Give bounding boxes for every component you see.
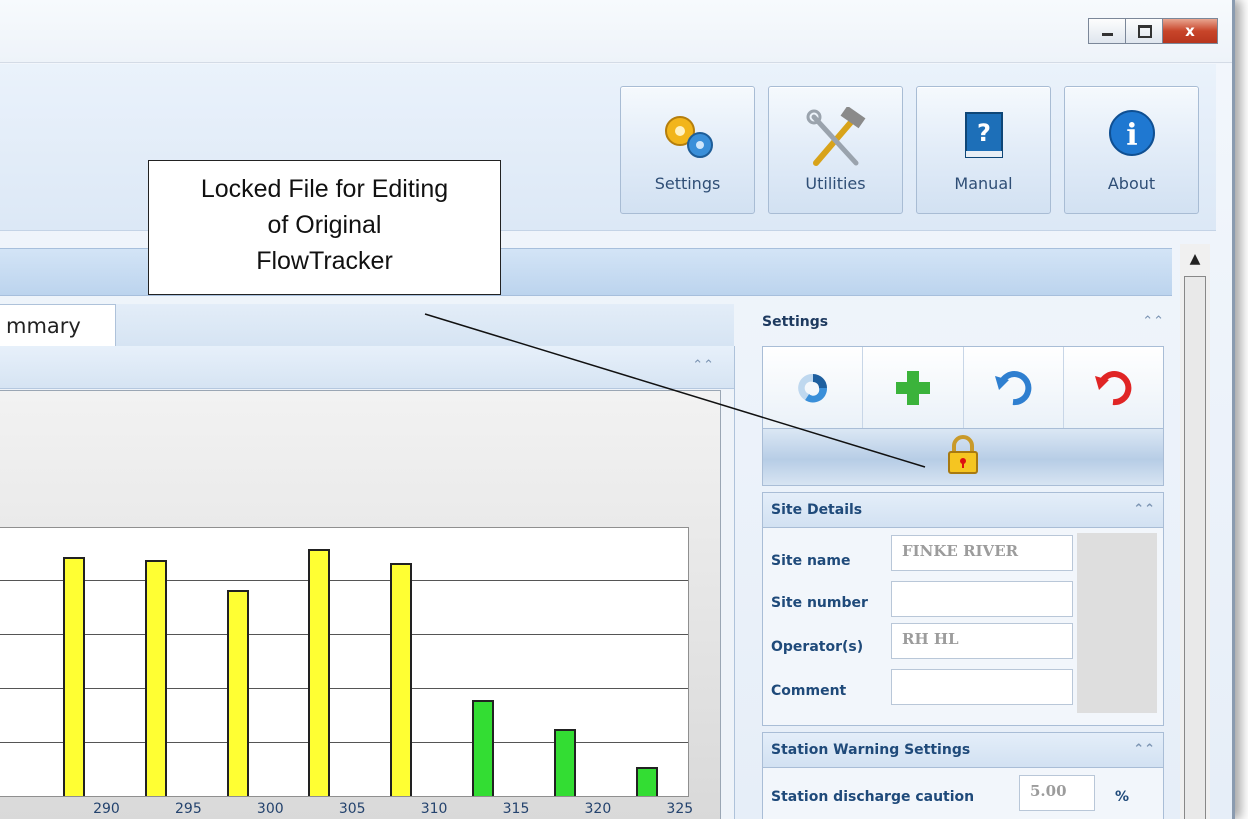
gridline: [0, 580, 688, 581]
info-icon: i: [1108, 110, 1155, 156]
callout-line: Locked File for Editing: [200, 175, 449, 203]
operators-field[interactable]: RH HL: [891, 623, 1073, 659]
comment-label: Comment: [771, 683, 847, 699]
chart-panel-header: ⌃⌃: [0, 346, 734, 389]
undo-icon: [995, 371, 1032, 406]
operators-label: Operator(s): [771, 639, 864, 655]
chart-bar: [636, 766, 659, 796]
chart-bar: [226, 589, 249, 796]
x-tick-label: 290: [93, 801, 120, 817]
chart-bar: [62, 557, 85, 796]
x-tick-label: 310: [420, 801, 448, 817]
collapse-icon[interactable]: ⌃⌃: [1133, 733, 1155, 767]
x-tick-label: 315: [502, 801, 530, 817]
station-warning-section: Station Warning Settings ⌃⌃ Station disc…: [762, 732, 1164, 819]
chart-panel: ⌃⌃ 290 295 300 305 310 315 320 325: [0, 346, 735, 819]
chart-bar: [308, 549, 331, 796]
maximize-button[interactable]: [1125, 18, 1162, 44]
annotation-callout: Locked File for Editing of Original Flow…: [148, 160, 501, 295]
x-tick-label: 305: [338, 801, 366, 817]
title-bar: x: [0, 0, 1232, 63]
close-button[interactable]: x: [1162, 18, 1218, 44]
site-details-header: Site Details ⌃⌃: [763, 493, 1163, 528]
callout-line: of Original: [267, 211, 382, 239]
site-number-field[interactable]: [891, 581, 1073, 617]
undo-button[interactable]: [963, 347, 1064, 429]
chart-plot-area: [0, 527, 689, 797]
collapse-icon[interactable]: ⌃⌃: [1133, 493, 1155, 527]
settings-side-panel: Settings ⌃⌃ Site Details ⌃⌃ Site name FI…: [752, 300, 1172, 819]
site-details-section: Site Details ⌃⌃ Site name FINKE RIVER Si…: [762, 492, 1164, 726]
settings-action-row: [762, 346, 1164, 430]
chart-frame: 290 295 300 305 310 315 320 325: [0, 390, 721, 819]
manual-button[interactable]: ? Manual: [916, 86, 1051, 214]
side-filler: [1077, 533, 1157, 713]
svg-text:i: i: [1126, 118, 1137, 153]
lock-toggle-bar[interactable]: [762, 428, 1164, 486]
undo-all-icon: [1095, 371, 1132, 406]
x-tick-label: 295: [175, 801, 202, 817]
gears-icon: [664, 116, 713, 158]
site-details-title: Site Details: [771, 502, 863, 518]
x-tick-label: 320: [584, 801, 612, 817]
refresh-button[interactable]: [763, 347, 864, 429]
minimize-button[interactable]: [1088, 18, 1125, 44]
tools-icon: [806, 107, 865, 166]
gridline: [0, 742, 688, 743]
x-tick-label: 300: [256, 801, 284, 817]
station-warning-header: Station Warning Settings ⌃⌃: [763, 733, 1163, 768]
gridline: [0, 688, 688, 689]
app-window: x Settings Utilities ? Manual i About mm…: [0, 0, 1235, 819]
revert-button[interactable]: [1063, 347, 1163, 429]
lock-icon: [948, 435, 978, 474]
tab-strip: [116, 304, 734, 347]
chart-bar: [554, 729, 577, 796]
settings-panel-title: Settings: [762, 314, 829, 330]
collapse-icon[interactable]: ⌃⌃: [692, 358, 714, 373]
about-button[interactable]: i About: [1064, 86, 1199, 214]
add-button[interactable]: [863, 347, 964, 429]
station-warning-title: Station Warning Settings: [771, 742, 971, 758]
site-number-label: Site number: [771, 595, 868, 611]
utilities-button[interactable]: Utilities: [768, 86, 903, 214]
window-controls: x: [1088, 18, 1218, 44]
vertical-scrollbar[interactable]: ▲: [1180, 244, 1210, 819]
settings-button[interactable]: Settings: [620, 86, 755, 214]
scroll-up-icon[interactable]: ▲: [1180, 244, 1210, 274]
discharge-caution-field[interactable]: 5.00: [1019, 775, 1095, 811]
site-name-label: Site name: [771, 553, 851, 569]
x-tick-label: 325: [666, 801, 694, 817]
tab-summary[interactable]: mmary: [0, 304, 116, 346]
manual-button-label: Manual: [954, 174, 1013, 193]
gridline: [0, 634, 688, 635]
site-name-field[interactable]: FINKE RIVER: [891, 535, 1073, 571]
discharge-caution-unit: %: [1115, 789, 1130, 805]
chart-bar: [144, 560, 167, 796]
help-book-icon: ?: [964, 112, 1003, 158]
plus-icon: [895, 371, 930, 405]
settings-button-label: Settings: [654, 174, 721, 193]
discharge-caution-label: Station discharge caution: [771, 789, 975, 805]
svg-text:?: ?: [977, 119, 991, 147]
comment-field[interactable]: [891, 669, 1073, 705]
collapse-icon[interactable]: ⌃⌃: [1142, 314, 1164, 329]
scroll-thumb[interactable]: [1184, 276, 1206, 819]
callout-line: FlowTracker: [256, 247, 393, 275]
utilities-button-label: Utilities: [805, 174, 866, 193]
chart-bar: [472, 699, 495, 796]
about-button-label: About: [1107, 174, 1156, 193]
refresh-icon: [797, 373, 827, 403]
chart-bar: [390, 562, 413, 796]
